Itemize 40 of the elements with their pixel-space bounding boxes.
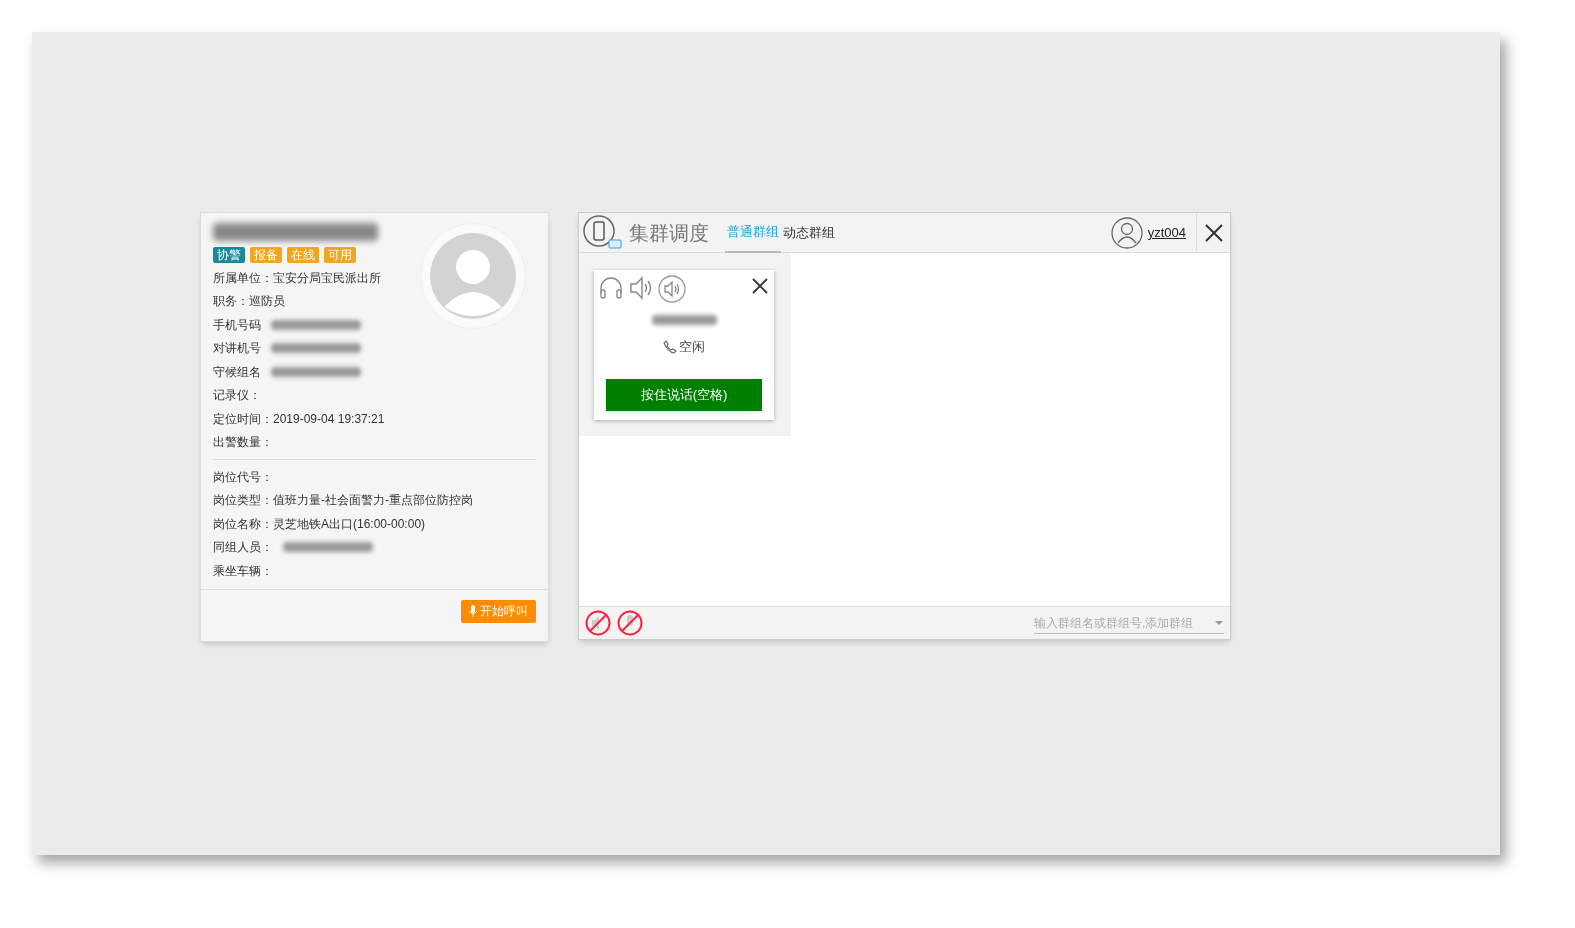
field-label: 对讲机号 [213,340,261,358]
group-status: 空闲 [679,338,705,356]
field-label: 岗位代号： [213,468,273,486]
field-label: 岗位名称： [213,515,273,533]
field-label: 记录仪： [213,387,261,405]
user-icon [1110,216,1143,249]
group-tab[interactable]: 动态群组 [781,212,837,253]
field-label: 同组人员： [213,539,273,557]
status-tag: 在线 [287,247,319,263]
field-label: 所属单位： [213,269,273,287]
group-search-field[interactable]: 输入群组名或群组号,添加群组 [1034,612,1224,634]
field-label: 出警数量： [213,434,273,452]
field-label: 手机号码 [213,316,261,334]
speaker-icon[interactable] [658,275,686,303]
field-label: 守候组名 [213,363,261,381]
close-button[interactable] [752,278,768,294]
field-value: 2019-09-04 19:37:21 [273,410,385,428]
headphones-icon[interactable] [598,275,624,301]
window-title: 集群调度 [629,220,709,246]
muted-speaker-icon[interactable] [585,610,611,636]
push-to-talk-button[interactable]: 按住说话(空格) [606,378,762,411]
field-label: 定位时间： [213,410,273,428]
status-tag: 协警 [213,247,245,263]
status-tag: 报备 [250,247,282,263]
speaker-icon[interactable] [628,275,654,301]
status-tag: 可用 [324,247,356,263]
microphone-icon [469,605,477,617]
field-label: 职务： [213,293,249,311]
close-icon [1204,223,1223,242]
field-label: 乘坐车辆： [213,562,273,580]
field-value: 宝安分局宝民派出所 [273,269,381,287]
field-label: 岗位类型： [213,492,273,510]
field-value: 值班力量-社会面警力-重点部位防控岗 [273,492,473,510]
field-value: 巡防员 [249,293,285,311]
phone-icon [663,339,677,354]
muted-microphone-icon[interactable] [617,610,643,636]
caret-icon [1214,619,1224,626]
field-value: 灵芝地铁A出口(16:00-00:00) [273,515,426,533]
close-icon [752,278,768,294]
username-link[interactable]: yzt004 [1147,222,1186,243]
